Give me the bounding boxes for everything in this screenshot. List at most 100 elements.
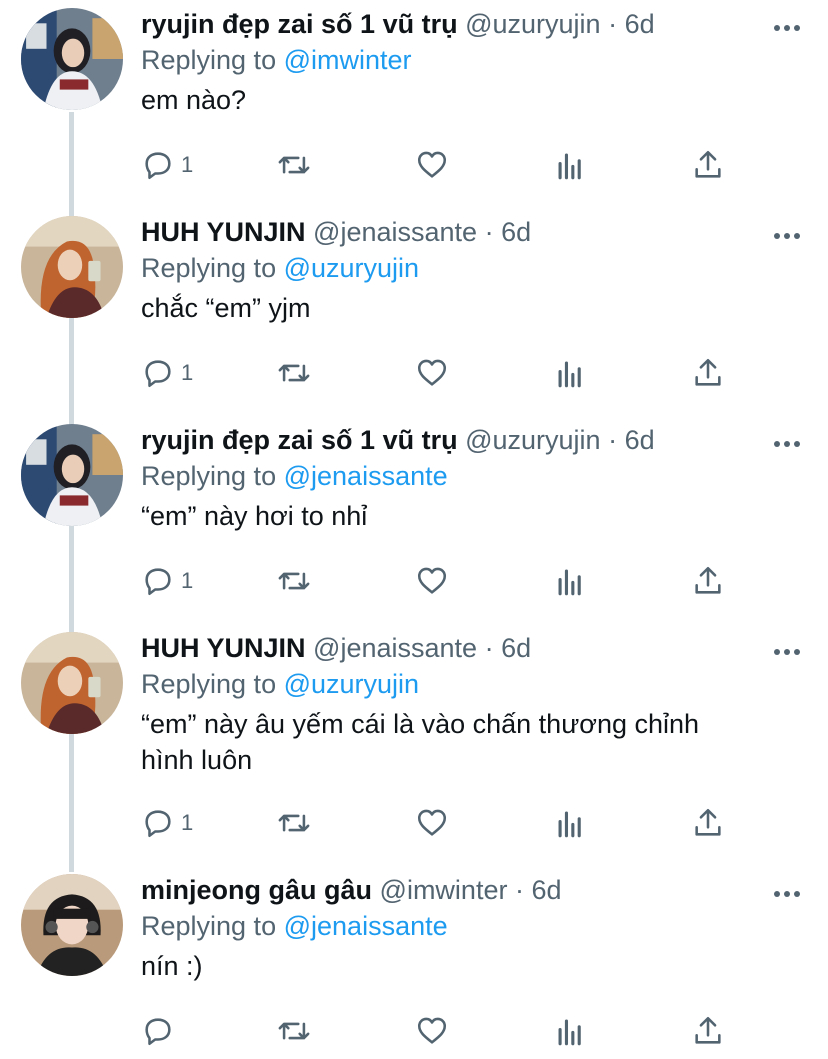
display-name[interactable]: minjeong gâu gâu [141, 875, 372, 905]
mention-link[interactable]: @jenaissante [284, 911, 448, 941]
mention-link[interactable]: @imwinter [284, 45, 412, 75]
share-icon [695, 1016, 721, 1044]
share-button[interactable] [691, 148, 725, 182]
tweet[interactable]: ryujin đẹp zai số 1 vũ trụ @uzuryujin · … [0, 416, 828, 624]
analytics-button[interactable] [553, 148, 587, 182]
share-button[interactable] [691, 1014, 725, 1048]
reply-icon [145, 568, 171, 596]
reply-button[interactable]: 1 [141, 356, 193, 390]
replying-to: Replying to @uzuryujin [141, 666, 419, 702]
tweet-actions [141, 1014, 741, 1048]
analytics-icon [558, 153, 581, 180]
retweet-icon [278, 814, 310, 832]
tweet[interactable]: minjeong gâu gâu @imwinter · 6d Replying… [0, 866, 828, 1059]
more-icon[interactable] [772, 228, 802, 239]
reply-button[interactable] [141, 1014, 181, 1048]
tweet-header: ryujin đẹp zai số 1 vũ trụ @uzuryujin · … [141, 422, 655, 458]
tweet[interactable]: HUH YUNJIN @jenaissante · 6d Replying to… [0, 208, 828, 416]
timestamp[interactable]: 6d [501, 633, 531, 663]
retweet-button[interactable] [277, 806, 311, 840]
mention-link[interactable]: @uzuryujin [284, 669, 419, 699]
analytics-button[interactable] [553, 564, 587, 598]
reply-count: 1 [181, 152, 194, 177]
user-handle[interactable]: @jenaissante [313, 633, 477, 663]
user-handle[interactable]: @uzuryujin [465, 425, 600, 455]
user-handle[interactable]: @imwinter [380, 875, 508, 905]
timestamp[interactable]: 6d [625, 425, 655, 455]
like-button[interactable] [415, 564, 449, 598]
analytics-button[interactable] [553, 1014, 587, 1048]
mention-link[interactable]: @uzuryujin [284, 253, 419, 283]
share-icon [695, 808, 721, 836]
tweet-header: HUH YUNJIN @jenaissante · 6d [141, 630, 531, 666]
more-icon[interactable] [772, 886, 802, 897]
retweet-button[interactable] [277, 1014, 311, 1048]
more-icon[interactable] [772, 644, 802, 655]
display-name[interactable]: ryujin đẹp zai số 1 vũ trụ [141, 9, 458, 39]
tweet-text-line: em nào? [141, 85, 247, 115]
like-icon [417, 567, 447, 594]
retweet-icon [278, 364, 310, 382]
avatar-uzuryujin[interactable] [21, 8, 123, 110]
display-name[interactable]: ryujin đẹp zai số 1 vũ trụ [141, 425, 458, 455]
share-button[interactable] [691, 564, 725, 598]
avatar-image [21, 874, 123, 976]
avatar-jenaissante[interactable] [21, 216, 123, 318]
timestamp[interactable]: 6d [501, 217, 531, 247]
like-button[interactable] [415, 356, 449, 390]
separator-dot: · [514, 875, 524, 905]
like-icon [417, 1017, 447, 1044]
reply-button[interactable]: 1 [141, 806, 193, 840]
mention-link[interactable]: @jenaissante [284, 461, 448, 491]
replying-to-label: Replying to [141, 669, 277, 699]
share-icon [695, 358, 721, 386]
analytics-icon [558, 569, 581, 596]
reply-icon [145, 810, 171, 838]
more-icon[interactable] [772, 436, 802, 447]
reply-count: 1 [181, 810, 194, 835]
display-name[interactable]: HUH YUNJIN [141, 633, 306, 663]
tweet[interactable]: ryujin đẹp zai số 1 vũ trụ @uzuryujin · … [0, 0, 828, 208]
like-button[interactable] [415, 806, 449, 840]
user-handle[interactable]: @jenaissante [313, 217, 477, 247]
retweet-icon [278, 1022, 310, 1040]
like-icon [417, 359, 447, 386]
like-button[interactable] [415, 1014, 449, 1048]
tweet-header: ryujin đẹp zai số 1 vũ trụ @uzuryujin · … [141, 6, 655, 42]
reply-icon [145, 152, 171, 180]
separator-dot: · [608, 425, 618, 455]
tweet-text: “em” này âu yếm cái là vào chấn thương c… [141, 706, 781, 778]
tweet-text: “em” này hơi to nhỉ [141, 498, 781, 534]
replying-to: Replying to @imwinter [141, 42, 412, 78]
replying-to-label: Replying to [141, 253, 277, 283]
timestamp[interactable]: 6d [625, 9, 655, 39]
timestamp[interactable]: 6d [531, 875, 561, 905]
user-handle[interactable]: @uzuryujin [465, 9, 600, 39]
avatar-image [21, 216, 123, 318]
reply-button[interactable]: 1 [141, 148, 193, 182]
retweet-button[interactable] [277, 148, 311, 182]
reply-count: 1 [181, 568, 194, 593]
replying-to-label: Replying to [141, 45, 277, 75]
share-icon [695, 150, 721, 178]
more-icon[interactable] [772, 20, 802, 31]
display-name[interactable]: HUH YUNJIN [141, 217, 306, 247]
retweet-button[interactable] [277, 564, 311, 598]
share-button[interactable] [691, 356, 725, 390]
retweet-button[interactable] [277, 356, 311, 390]
analytics-icon [558, 361, 581, 388]
analytics-button[interactable] [553, 356, 587, 390]
avatar-jenaissante[interactable] [21, 632, 123, 734]
share-button[interactable] [691, 806, 725, 840]
replying-to-label: Replying to [141, 461, 277, 491]
like-button[interactable] [415, 148, 449, 182]
reply-button[interactable]: 1 [141, 564, 193, 598]
replying-to: Replying to @jenaissante [141, 908, 448, 944]
avatar-imwinter[interactable] [21, 874, 123, 976]
tweet[interactable]: HUH YUNJIN @jenaissante · 6d Replying to… [0, 624, 828, 866]
separator-dot: · [608, 9, 618, 39]
analytics-button[interactable] [553, 806, 587, 840]
retweet-icon [278, 156, 310, 174]
avatar-uzuryujin[interactable] [21, 424, 123, 526]
like-icon [417, 809, 447, 836]
